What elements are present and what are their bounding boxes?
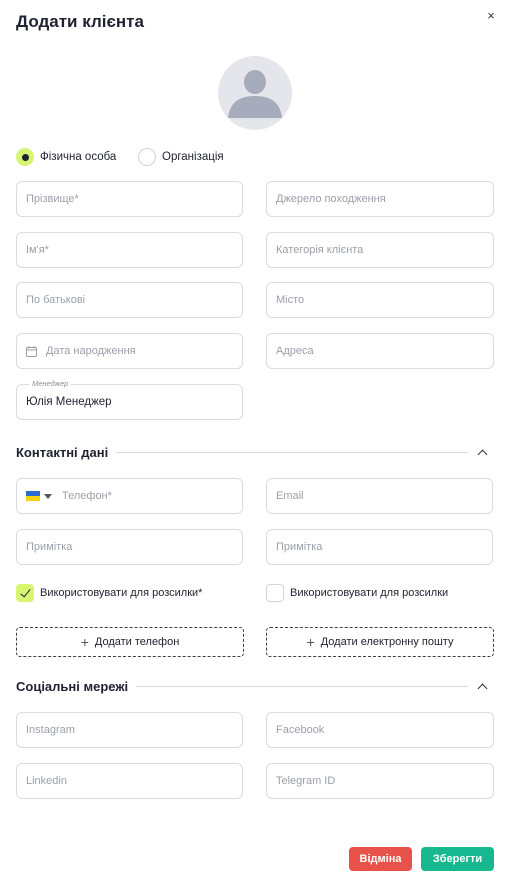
phone-mailing-checkbox[interactable]: Використовувати для розсилки*: [16, 584, 202, 602]
instagram-input[interactable]: Instagram: [16, 712, 243, 748]
social-title: Соціальні мережі: [16, 679, 129, 694]
chevron-up-icon[interactable]: [478, 448, 488, 458]
telegram-input[interactable]: Telegram ID: [266, 763, 494, 799]
email-note-input[interactable]: Примітка: [266, 529, 493, 565]
email-input[interactable]: Email: [266, 478, 493, 514]
address-placeholder: Адреса: [276, 345, 314, 357]
radio-person-label: Фізична особа: [40, 151, 117, 163]
manager-select[interactable]: Менеджер Юлія Менеджер: [16, 379, 243, 420]
section-divider: [116, 452, 468, 453]
dialog-title: Додати клієнта: [16, 12, 144, 31]
radio-dot[interactable]: [138, 148, 156, 166]
add-phone-label: Додати телефон: [94, 636, 180, 648]
birth-date-placeholder: Дата народження: [46, 345, 136, 357]
source-placeholder: Джерело походження: [276, 193, 386, 205]
phone-note-placeholder: Примітка: [26, 541, 73, 553]
section-divider: [136, 686, 468, 687]
last-name-input[interactable]: Прізвище*: [16, 181, 243, 217]
radio-person[interactable]: Фізична особа: [16, 148, 116, 166]
patronymic-input[interactable]: По батькові: [16, 282, 243, 318]
telegram-placeholder: Telegram ID: [276, 775, 336, 787]
plus-icon: +: [80, 634, 89, 650]
radio-dot-selected[interactable]: [16, 148, 34, 166]
chevron-down-icon[interactable]: [44, 493, 52, 499]
cancel-button[interactable]: Відміна: [349, 847, 412, 871]
social-section-header: Соціальні мережі: [16, 679, 488, 694]
category-placeholder: Категорія клієнта: [276, 244, 364, 256]
manager-label: Менеджер: [29, 379, 72, 388]
birth-date-input[interactable]: Дата народження: [16, 333, 243, 369]
last-name-placeholder: Прізвище*: [26, 193, 79, 205]
phone-note-input[interactable]: Примітка: [16, 529, 243, 565]
checkbox-checked[interactable]: [16, 584, 34, 602]
phone-placeholder: Телефон*: [62, 490, 112, 502]
close-icon[interactable]: ×: [483, 8, 499, 24]
first-name-input[interactable]: Ім'я*: [16, 232, 243, 268]
ukraine-flag-icon[interactable]: [26, 491, 40, 501]
address-input[interactable]: Адреса: [266, 333, 494, 369]
linkedin-input[interactable]: Linkedin: [16, 763, 243, 799]
facebook-placeholder: Facebook: [276, 724, 325, 736]
plus-icon: +: [306, 634, 315, 650]
email-placeholder: Email: [276, 490, 304, 502]
email-mailing-label: Використовувати для розсилки: [290, 587, 449, 599]
manager-value: Юлія Менеджер: [26, 396, 112, 408]
source-input[interactable]: Джерело походження: [266, 181, 494, 217]
save-button[interactable]: Зберегти: [421, 847, 494, 871]
patronymic-placeholder: По батькові: [26, 294, 86, 306]
city-input[interactable]: Місто: [266, 282, 494, 318]
avatar[interactable]: [218, 56, 292, 130]
add-email-label: Додати електронну пошту: [320, 636, 454, 648]
radio-organization-label: Організація: [162, 151, 224, 163]
checkbox-unchecked[interactable]: [266, 584, 284, 602]
user-silhouette-icon: [228, 70, 282, 118]
facebook-input[interactable]: Facebook: [266, 712, 494, 748]
calendar-icon: [26, 345, 37, 357]
city-placeholder: Місто: [276, 294, 305, 306]
phone-input[interactable]: Телефон*: [16, 478, 243, 514]
category-input[interactable]: Категорія клієнта: [266, 232, 494, 268]
email-mailing-checkbox[interactable]: Використовувати для розсилки: [266, 584, 448, 602]
add-phone-button[interactable]: + Додати телефон: [16, 627, 244, 657]
linkedin-placeholder: Linkedin: [26, 775, 67, 787]
email-note-placeholder: Примітка: [276, 541, 323, 553]
phone-mailing-label: Використовувати для розсилки*: [40, 587, 203, 599]
instagram-placeholder: Instagram: [26, 724, 75, 736]
chevron-up-icon[interactable]: [478, 682, 488, 692]
first-name-placeholder: Ім'я*: [26, 244, 49, 256]
contacts-section-header: Контактні дані: [16, 445, 488, 460]
add-email-button[interactable]: + Додати електронну пошту: [266, 627, 494, 657]
radio-organization[interactable]: Організація: [138, 148, 224, 166]
contacts-title: Контактні дані: [16, 445, 109, 460]
